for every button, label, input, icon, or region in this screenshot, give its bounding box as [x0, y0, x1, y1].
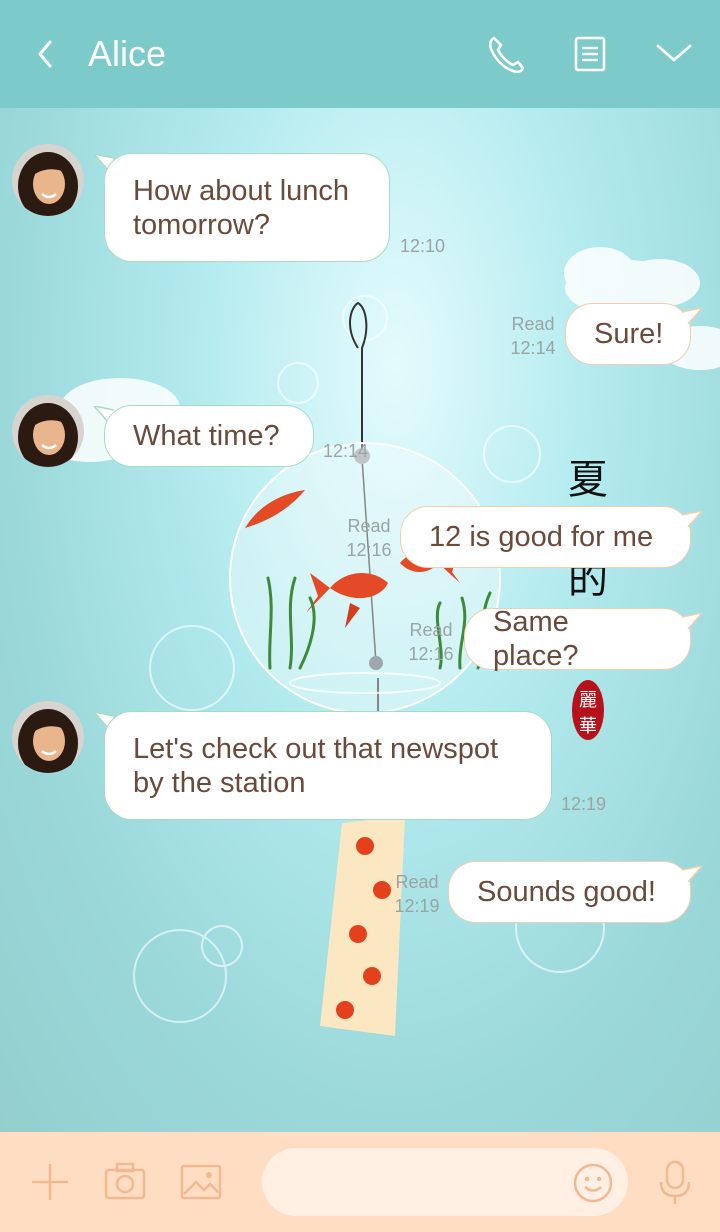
- seal-text-1: 麗: [579, 690, 597, 711]
- message-text-line: Sounds good!: [477, 876, 656, 908]
- read-label: Read: [511, 314, 555, 334]
- message-input-box[interactable]: [262, 1148, 628, 1216]
- chat-header: Alice: [0, 0, 720, 108]
- message-time: 12:19: [394, 896, 440, 916]
- message-bubble-outgoing[interactable]: Sounds good!: [448, 861, 691, 923]
- message-text-line: Sure!: [594, 318, 664, 350]
- message-text-line: What time?: [133, 420, 280, 452]
- message-time: 12:19: [561, 794, 607, 814]
- message-text-line: by the station: [133, 766, 306, 799]
- plus-icon[interactable]: [28, 1160, 72, 1204]
- message-text-line: 12 is good for me: [429, 521, 654, 553]
- message-bubble-incoming[interactable]: How about lunch tomorrow?: [104, 153, 390, 262]
- read-label: Read: [409, 620, 453, 640]
- bubble-tail: [682, 511, 702, 527]
- message-text-line: tomorrow?: [133, 208, 270, 241]
- message-input[interactable]: [286, 1162, 570, 1204]
- message-bubble-outgoing[interactable]: Same place?: [464, 606, 691, 672]
- read-label: Read: [347, 516, 391, 536]
- bubble-tail: [682, 308, 702, 324]
- message-text-line: Same place?: [493, 606, 579, 672]
- avatar[interactable]: [12, 701, 84, 773]
- avatar[interactable]: [12, 144, 84, 216]
- message-time: 12:16: [408, 644, 454, 664]
- avatar[interactable]: [12, 395, 84, 467]
- message-bubble-outgoing[interactable]: 12 is good for me: [400, 506, 691, 568]
- message-text-line: Let's check out that newspot: [133, 732, 499, 765]
- bubble-tail: [682, 866, 702, 882]
- seal-text-2: 華: [579, 716, 597, 737]
- message-time: 12:16: [346, 540, 392, 560]
- camera-icon[interactable]: [102, 1160, 148, 1204]
- chat-area[interactable]: 夏 的 麗 華 How about lunch tomorrow? 12:10 …: [0, 108, 720, 1132]
- message-composer: [0, 1132, 720, 1232]
- document-icon[interactable]: [568, 30, 612, 78]
- bubble-tail: [682, 613, 702, 629]
- vertical-text-1: 夏: [568, 457, 608, 503]
- read-label: Read: [395, 872, 439, 892]
- message-time: 12:10: [400, 236, 446, 256]
- image-icon[interactable]: [178, 1160, 224, 1204]
- message-time: 12:14: [510, 338, 556, 358]
- chevron-left-icon[interactable]: [28, 34, 68, 74]
- message-bubble-incoming[interactable]: Let's check out that newspot by the stat…: [104, 711, 552, 820]
- message-bubble-incoming[interactable]: What time?: [104, 405, 314, 467]
- message-read-status: Read 12:14: [508, 312, 558, 360]
- phone-icon[interactable]: [484, 30, 528, 78]
- microphone-icon[interactable]: [654, 1158, 696, 1208]
- avatar-image: [12, 701, 84, 773]
- message-read-status: Read 12:16: [344, 514, 394, 562]
- avatar-image: [12, 144, 84, 216]
- chat-title: Alice: [88, 33, 167, 74]
- chevron-down-icon[interactable]: [652, 30, 696, 78]
- message-text-line: How about lunch: [133, 174, 350, 207]
- smiley-icon[interactable]: [572, 1162, 614, 1204]
- message-read-status: Read 12:16: [406, 618, 456, 666]
- message-bubble-outgoing[interactable]: Sure!: [565, 303, 691, 365]
- message-time: 12:14: [323, 441, 369, 461]
- message-read-status: Read 12:19: [392, 870, 442, 918]
- avatar-image: [12, 395, 84, 467]
